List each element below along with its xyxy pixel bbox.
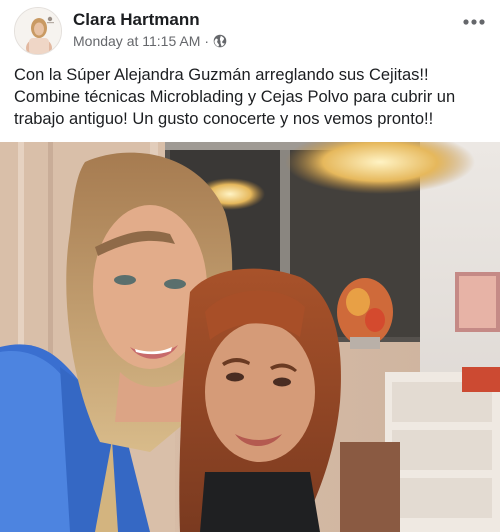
facebook-post: Clara Hartmann Monday at 11:15 AM · Con … (0, 0, 500, 532)
meta-separator: · (204, 33, 210, 49)
caption-line: trabajo antiguo! Un gusto conocerte y no… (14, 110, 434, 128)
globe-icon[interactable] (213, 34, 227, 48)
caption-line: Con la Súper Alejandra Guzmán arreglando… (14, 66, 429, 84)
more-options-icon (463, 19, 485, 25)
caption-line: Combine técnicas Microblading y Cejas Po… (14, 88, 456, 106)
author-avatar[interactable] (14, 7, 62, 55)
more-options-button[interactable] (460, 10, 488, 34)
post-header: Clara Hartmann Monday at 11:15 AM · (0, 0, 500, 60)
post-meta: Monday at 11:15 AM · (73, 33, 227, 49)
author-name[interactable]: Clara Hartmann (73, 10, 200, 30)
avatar-image (15, 8, 61, 54)
post-timestamp[interactable]: Monday at 11:15 AM (73, 33, 200, 49)
selfie-image (0, 142, 500, 532)
post-caption: Con la Súper Alejandra Guzmán arreglando… (14, 64, 490, 130)
post-photo[interactable] (0, 142, 500, 532)
